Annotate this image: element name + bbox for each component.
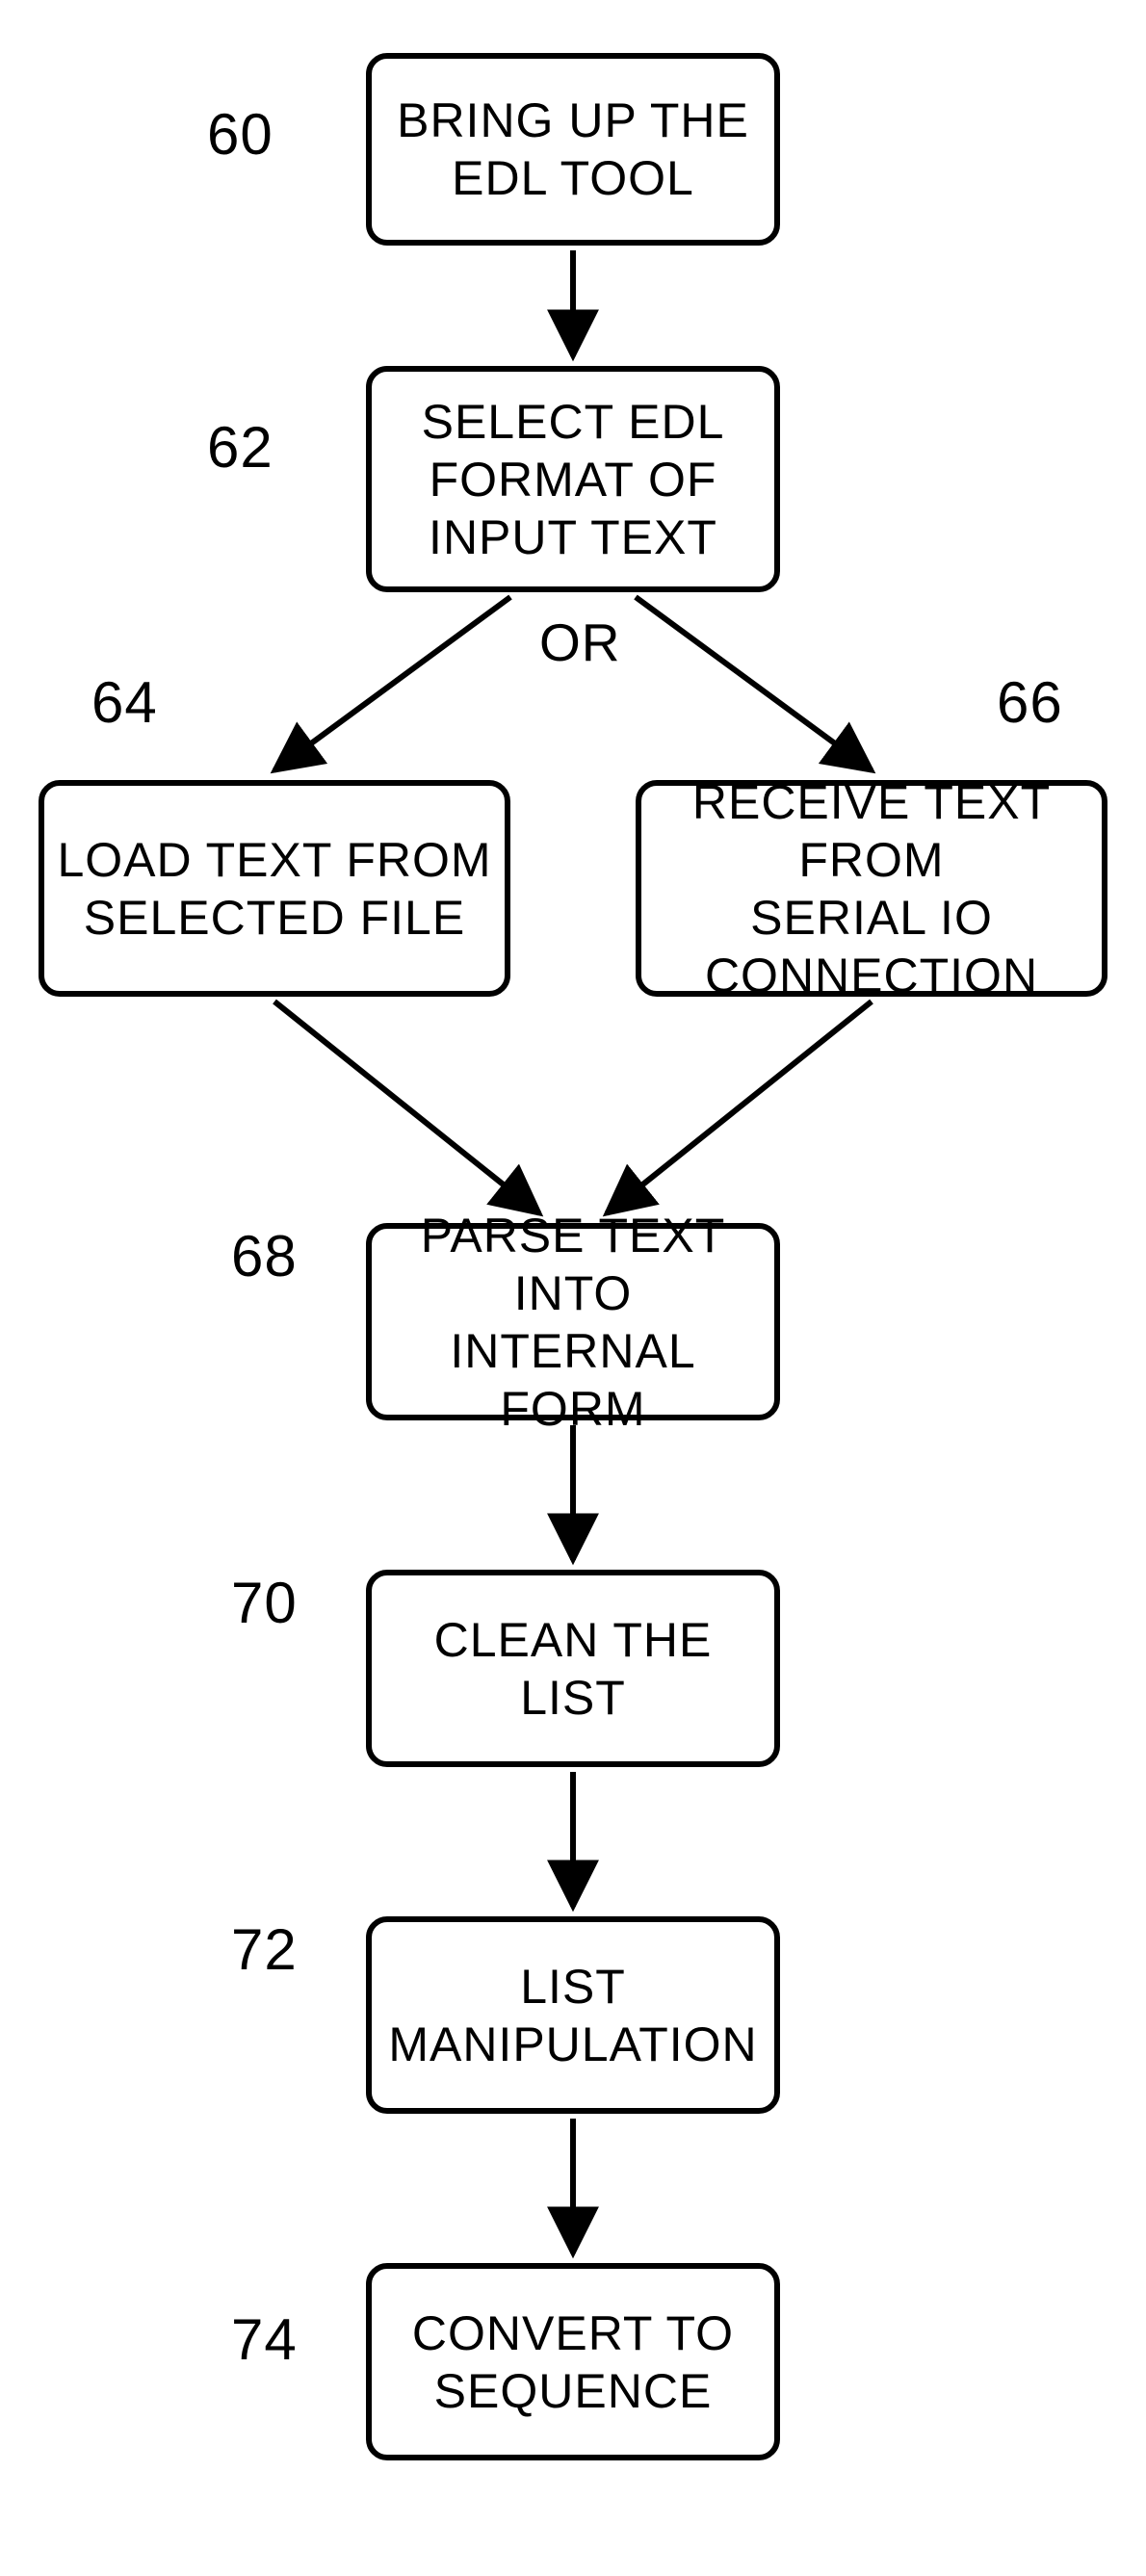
node-text: BRING UP THEEDL TOOL — [397, 91, 749, 207]
node-text: SELECT EDLFORMAT OFINPUT TEXT — [422, 393, 725, 566]
branch-label-or: OR — [539, 611, 621, 673]
node-text: LISTMANIPULATION — [388, 1958, 757, 2073]
flowchart-node-receive-text-serial: RECEIVE TEXT FROMSERIAL IOCONNECTION — [636, 780, 1107, 997]
flowchart-node-list-manipulation: LISTMANIPULATION — [366, 1916, 780, 2114]
node-ref-62: 62 — [207, 414, 273, 481]
node-ref-74: 74 — [231, 2306, 298, 2373]
node-text: CONVERT TOSEQUENCE — [412, 2304, 734, 2420]
node-text: LOAD TEXT FROMSELECTED FILE — [57, 831, 491, 947]
node-text: RECEIVE TEXT FROMSERIAL IOCONNECTION — [651, 773, 1092, 1004]
node-ref-60: 60 — [207, 101, 273, 168]
node-ref-70: 70 — [231, 1570, 298, 1636]
node-text: PARSE TEXT INTOINTERNAL FORM — [381, 1207, 765, 1438]
flowchart-node-clean-list: CLEAN THELIST — [366, 1570, 780, 1767]
node-ref-66: 66 — [997, 669, 1063, 736]
flowchart-node-bring-up-edl-tool: BRING UP THEEDL TOOL — [366, 53, 780, 246]
node-ref-68: 68 — [231, 1223, 298, 1289]
flowchart-canvas: BRING UP THEEDL TOOL 60 SELECT EDLFORMAT… — [0, 0, 1146, 2576]
node-ref-72: 72 — [231, 1916, 298, 1983]
flowchart-node-parse-text: PARSE TEXT INTOINTERNAL FORM — [366, 1223, 780, 1420]
node-text: CLEAN THELIST — [434, 1611, 713, 1727]
flowchart-node-load-text-file: LOAD TEXT FROMSELECTED FILE — [39, 780, 510, 997]
flowchart-node-convert-to-sequence: CONVERT TOSEQUENCE — [366, 2263, 780, 2460]
node-ref-64: 64 — [91, 669, 158, 736]
flowchart-node-select-edl-format: SELECT EDLFORMAT OFINPUT TEXT — [366, 366, 780, 592]
